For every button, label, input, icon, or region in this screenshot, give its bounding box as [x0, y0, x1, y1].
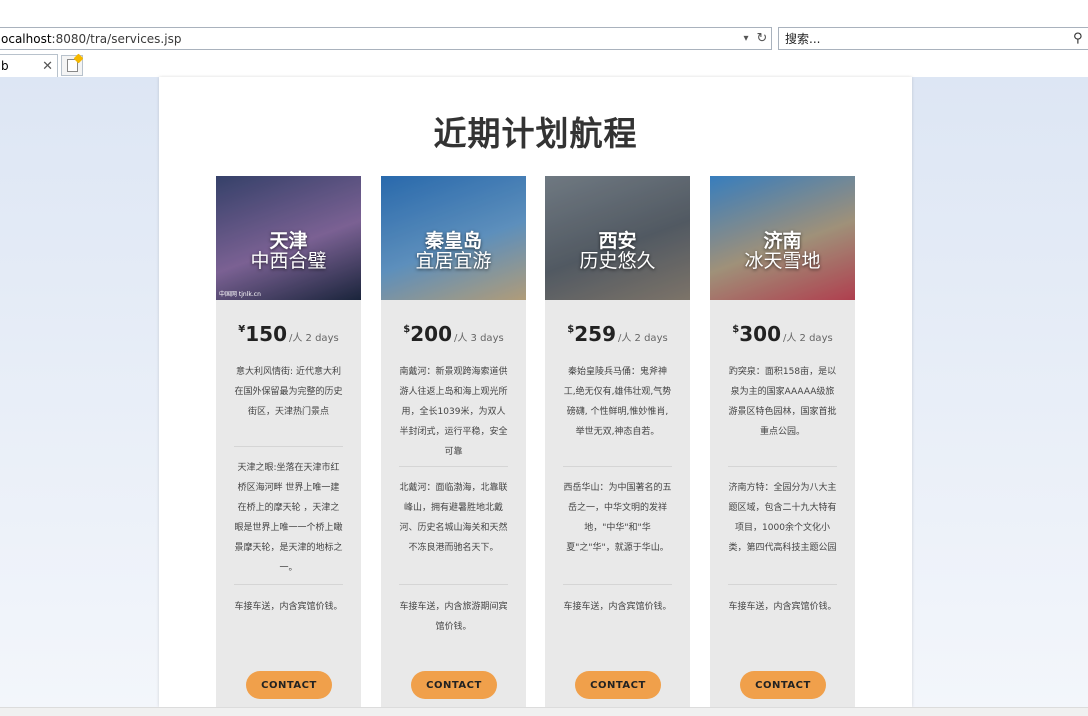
card-description-1: 秦始皇陵兵马俑：鬼斧神工,绝无仅有,雄伟壮观,气势磅礴, 个性鲜明,惟妙惟肖,举…: [563, 367, 672, 437]
address-bar-row: ocalhost:8080/tra/services.jsp ▾ ↻ 搜索...…: [0, 26, 1088, 52]
price-amount: 259: [574, 322, 616, 346]
new-tab-icon: [66, 59, 78, 72]
search-field[interactable]: 搜索... ⚲: [778, 27, 1088, 50]
price-amount: 150: [245, 322, 287, 346]
divider: [399, 584, 508, 585]
card-description-3: 车接车送，内含宾馆价钱。: [563, 602, 672, 612]
price-unit: /人 3 days: [454, 333, 504, 344]
contact-button[interactable]: CONTACT: [411, 671, 497, 699]
contact-button[interactable]: CONTACT: [575, 671, 661, 699]
page-viewport: 近期计划航程 天津 中西合璧 中国网 tjnlk.cn ¥150/人 2 day…: [0, 77, 1088, 707]
new-tab-button[interactable]: [61, 55, 83, 76]
card-description-3: 车接车送，内含宾馆价钱。: [234, 602, 343, 612]
price: $200/人 3 days: [381, 322, 526, 346]
price: $300/人 2 days: [710, 322, 855, 346]
search-placeholder: 搜索...: [785, 32, 821, 46]
tour-card: 济南 冰天雪地 $300/人 2 days 趵突泉：面积158亩，是以泉为主的国…: [710, 176, 855, 707]
divider: [234, 584, 343, 585]
card-tagline: 历史悠久: [579, 250, 656, 272]
card-description-1: 趵突泉：面积158亩，是以泉为主的国家AAAAA级旅游景区特色园林，国家首批重点…: [728, 367, 837, 437]
card-description-2: 济南方特：全园分为八大主题区域，包含二十九大特有项目，1000余个文化小类，第四…: [728, 483, 837, 553]
price-unit: /人 2 days: [783, 333, 833, 344]
tour-card: 天津 中西合璧 中国网 tjnlk.cn ¥150/人 2 days 意大利风情…: [216, 176, 361, 707]
tour-image[interactable]: 西安 历史悠久: [545, 176, 690, 300]
dropdown-arrow-icon[interactable]: ▾: [739, 33, 753, 44]
search-icon[interactable]: ⚲: [1073, 31, 1088, 46]
price-currency: $: [567, 324, 575, 335]
price-currency: ¥: [238, 324, 246, 335]
refresh-icon[interactable]: ↻: [753, 31, 771, 46]
price-currency: $: [732, 324, 740, 335]
divider: [728, 584, 837, 585]
horizontal-scrollbar[interactable]: [0, 707, 1088, 716]
card-description-1: 意大利风情街: 近代意大利在国外保留最为完整的历史街区，天津热门景点: [234, 367, 343, 417]
tour-image[interactable]: 秦皇岛 宜居宜游: [381, 176, 526, 300]
card-description-3: 车接车送，内含宾馆价钱。: [728, 602, 837, 612]
card-description-2: 天津之眼:坐落在天津市红桥区海河畔 世界上唯一建在桥上的摩天轮 ，天津之眼是世界…: [234, 463, 343, 573]
tour-card: 秦皇岛 宜居宜游 $200/人 3 days 南戴河：新景观跨海索道供游人往返上…: [381, 176, 526, 707]
divider: [563, 466, 672, 467]
contact-button[interactable]: CONTACT: [246, 671, 332, 699]
price-unit: /人 2 days: [289, 333, 339, 344]
content-container: 近期计划航程 天津 中西合璧 中国网 tjnlk.cn ¥150/人 2 day…: [159, 77, 912, 707]
tour-image[interactable]: 天津 中西合璧 中国网 tjnlk.cn: [216, 176, 361, 300]
contact-button[interactable]: CONTACT: [740, 671, 826, 699]
price-currency: $: [403, 324, 411, 335]
tour-card: 西安 历史悠久 $259/人 2 days 秦始皇陵兵马俑：鬼斧神工,绝无仅有,…: [545, 176, 690, 707]
divider: [234, 446, 343, 447]
tour-image[interactable]: 济南 冰天雪地: [710, 176, 855, 300]
card-description-3: 车接车送，内含旅游期间宾馆价钱。: [399, 602, 508, 632]
tab-label: b: [1, 59, 9, 73]
price-unit: /人 2 days: [618, 333, 668, 344]
card-description-2: 西岳华山：为中国著名的五岳之一，中华文明的发祥地，"中华"和"华夏"之"华"，就…: [563, 483, 672, 553]
browser-tab[interactable]: b ✕: [0, 54, 58, 77]
price: $259/人 2 days: [545, 322, 690, 346]
card-tagline: 中西合璧: [250, 250, 327, 272]
close-icon[interactable]: ✕: [42, 59, 53, 74]
tab-bar: b ✕: [0, 54, 1088, 77]
price: ¥150/人 2 days: [216, 322, 361, 346]
card-tagline: 冰天雪地: [744, 250, 821, 272]
price-amount: 200: [410, 322, 452, 346]
address-url[interactable]: ocalhost:8080/tra/services.jsp: [0, 32, 739, 46]
address-bar[interactable]: ocalhost:8080/tra/services.jsp ▾ ↻: [0, 27, 772, 50]
divider: [728, 466, 837, 467]
card-description-2: 北戴河：面临渤海，北靠联峰山，拥有避暑胜地北戴河、历史名城山海关和天然不冻良港而…: [399, 483, 508, 553]
card-tagline: 宜居宜游: [415, 250, 492, 272]
price-amount: 300: [739, 322, 781, 346]
divider: [563, 584, 672, 585]
image-credit: 中国网 tjnlk.cn: [219, 291, 261, 298]
divider: [399, 466, 508, 467]
card-description-1: 南戴河：新景观跨海索道供游人往返上岛和海上观光所用，全长1039米，为双人半封闭…: [399, 367, 508, 457]
page-title: 近期计划航程: [433, 114, 638, 153]
